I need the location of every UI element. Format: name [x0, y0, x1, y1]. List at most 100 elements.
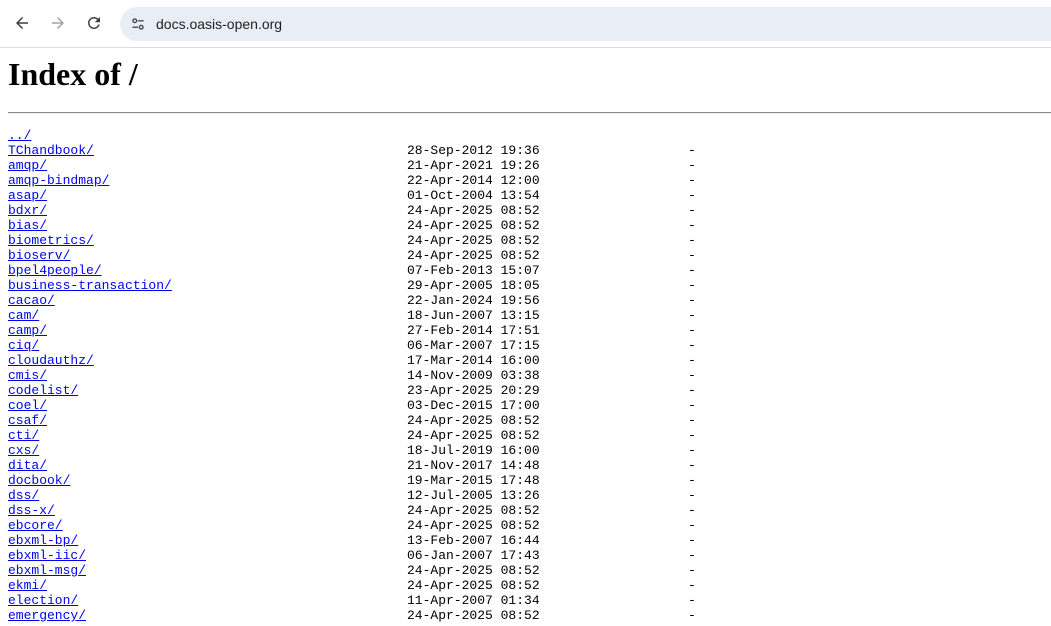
- table-row: business-transaction/29-Apr-2005 18:05 -: [8, 278, 1051, 293]
- directory-link[interactable]: ebxml-bp/: [8, 533, 78, 548]
- directory-link[interactable]: cacao/: [8, 293, 55, 308]
- file-size: -: [688, 458, 696, 473]
- reload-button[interactable]: [79, 8, 109, 38]
- table-row: cacao/22-Jan-2024 19:56 -: [8, 293, 1051, 308]
- table-row: ebcore/24-Apr-2025 08:52 -: [8, 518, 1051, 533]
- directory-link[interactable]: amqp-bindmap/: [8, 173, 109, 188]
- table-row: amqp-bindmap/22-Apr-2014 12:00 -: [8, 173, 1051, 188]
- file-size: -: [688, 173, 696, 188]
- directory-link[interactable]: business-transaction/: [8, 278, 172, 293]
- modified-date: 21-Apr-2021 19:26: [407, 158, 540, 173]
- modified-date: 01-Oct-2004 13:54: [407, 188, 540, 203]
- file-size: -: [688, 143, 696, 158]
- table-row: cam/18-Jun-2007 13:15 -: [8, 308, 1051, 323]
- table-row: cloudauthz/17-Mar-2014 16:00 -: [8, 353, 1051, 368]
- modified-date: 28-Sep-2012 19:36: [407, 143, 540, 158]
- directory-link[interactable]: biometrics/: [8, 233, 94, 248]
- modified-date: 24-Apr-2025 08:52: [407, 248, 540, 263]
- file-size: -: [688, 248, 696, 263]
- directory-link[interactable]: ebxml-msg/: [8, 563, 86, 578]
- file-size: -: [688, 158, 696, 173]
- file-size: -: [688, 428, 696, 443]
- file-size: -: [688, 368, 696, 383]
- parent-row: ../: [8, 128, 1051, 143]
- table-row: ebxml-bp/13-Feb-2007 16:44 -: [8, 533, 1051, 548]
- file-size: -: [688, 563, 696, 578]
- directory-link[interactable]: election/: [8, 593, 78, 608]
- file-size: -: [688, 503, 696, 518]
- modified-date: 19-Mar-2015 17:48: [407, 473, 540, 488]
- url-text: docs.oasis-open.org: [156, 16, 283, 32]
- directory-link[interactable]: emergency/: [8, 608, 86, 623]
- arrow-right-icon: [52, 17, 64, 29]
- directory-link[interactable]: coel/: [8, 398, 47, 413]
- divider: [8, 112, 1051, 114]
- table-row: camp/27-Feb-2014 17:51 -: [8, 323, 1051, 338]
- table-row: bioserv/24-Apr-2025 08:52 -: [8, 248, 1051, 263]
- modified-date: 29-Apr-2005 18:05: [407, 278, 540, 293]
- modified-date: 23-Apr-2025 20:29: [407, 383, 540, 398]
- directory-link[interactable]: ciq/: [8, 338, 39, 353]
- modified-date: 06-Mar-2007 17:15: [407, 338, 540, 353]
- directory-link[interactable]: docbook/: [8, 473, 70, 488]
- file-size: -: [688, 413, 696, 428]
- address-bar[interactable]: docs.oasis-open.org: [120, 7, 1051, 41]
- modified-date: 18-Jun-2007 13:15: [407, 308, 540, 323]
- directory-link[interactable]: cti/: [8, 428, 39, 443]
- directory-link[interactable]: TChandbook/: [8, 143, 94, 158]
- directory-link[interactable]: cloudauthz/: [8, 353, 94, 368]
- directory-link[interactable]: camp/: [8, 323, 47, 338]
- modified-date: 22-Apr-2014 12:00: [407, 173, 540, 188]
- back-button[interactable]: [7, 8, 37, 38]
- directory-link[interactable]: bioserv/: [8, 248, 70, 263]
- file-size: -: [688, 398, 696, 413]
- modified-date: 14-Nov-2009 03:38: [407, 368, 540, 383]
- table-row: bdxr/24-Apr-2025 08:52 -: [8, 203, 1051, 218]
- modified-date: 24-Apr-2025 08:52: [407, 203, 540, 218]
- page-title: Index of /: [8, 56, 138, 92]
- tune-icon[interactable]: [128, 14, 148, 34]
- directory-link[interactable]: bias/: [8, 218, 47, 233]
- table-row: cxs/18-Jul-2019 16:00 -: [8, 443, 1051, 458]
- directory-link[interactable]: dss/: [8, 488, 39, 503]
- table-row: ciq/06-Mar-2007 17:15 -: [8, 338, 1051, 353]
- directory-link[interactable]: dita/: [8, 458, 47, 473]
- table-row: csaf/24-Apr-2025 08:52 -: [8, 413, 1051, 428]
- file-size: -: [688, 233, 696, 248]
- directory-link[interactable]: cam/: [8, 308, 39, 323]
- table-row: bpel4people/07-Feb-2013 15:07 -: [8, 263, 1051, 278]
- directory-link[interactable]: amqp/: [8, 158, 47, 173]
- directory-link[interactable]: asap/: [8, 188, 47, 203]
- file-size: -: [688, 443, 696, 458]
- directory-link[interactable]: ebxml-iic/: [8, 548, 86, 563]
- modified-date: 27-Feb-2014 17:51: [407, 323, 540, 338]
- file-size: -: [688, 383, 696, 398]
- table-row: dss/12-Jul-2005 13:26 -: [8, 488, 1051, 503]
- parent-directory-link[interactable]: ../: [8, 128, 31, 143]
- file-size: -: [688, 353, 696, 368]
- modified-date: 13-Feb-2007 16:44: [407, 533, 540, 548]
- table-row: ebxml-msg/24-Apr-2025 08:52 -: [8, 563, 1051, 578]
- directory-link[interactable]: dss-x/: [8, 503, 55, 518]
- directory-link[interactable]: bdxr/: [8, 203, 47, 218]
- forward-button[interactable]: [43, 8, 73, 38]
- directory-link[interactable]: cxs/: [8, 443, 39, 458]
- file-size: -: [688, 188, 696, 203]
- directory-link[interactable]: cmis/: [8, 368, 47, 383]
- directory-link[interactable]: codelist/: [8, 383, 78, 398]
- table-row: coel/03-Dec-2015 17:00 -: [8, 398, 1051, 413]
- directory-link[interactable]: ebcore/: [8, 518, 63, 533]
- directory-link[interactable]: csaf/: [8, 413, 47, 428]
- directory-link[interactable]: bpel4people/: [8, 263, 102, 278]
- modified-date: 17-Mar-2014 16:00: [407, 353, 540, 368]
- modified-date: 03-Dec-2015 17:00: [407, 398, 540, 413]
- modified-date: 12-Jul-2005 13:26: [407, 488, 540, 503]
- table-row: bias/24-Apr-2025 08:52 -: [8, 218, 1051, 233]
- modified-date: 24-Apr-2025 08:52: [407, 608, 540, 623]
- file-size: -: [688, 203, 696, 218]
- modified-date: 11-Apr-2007 01:34: [407, 593, 540, 608]
- modified-date: 18-Jul-2019 16:00: [407, 443, 540, 458]
- modified-date: 24-Apr-2025 08:52: [407, 503, 540, 518]
- table-row: docbook/19-Mar-2015 17:48 -: [8, 473, 1051, 488]
- directory-link[interactable]: ekmi/: [8, 578, 47, 593]
